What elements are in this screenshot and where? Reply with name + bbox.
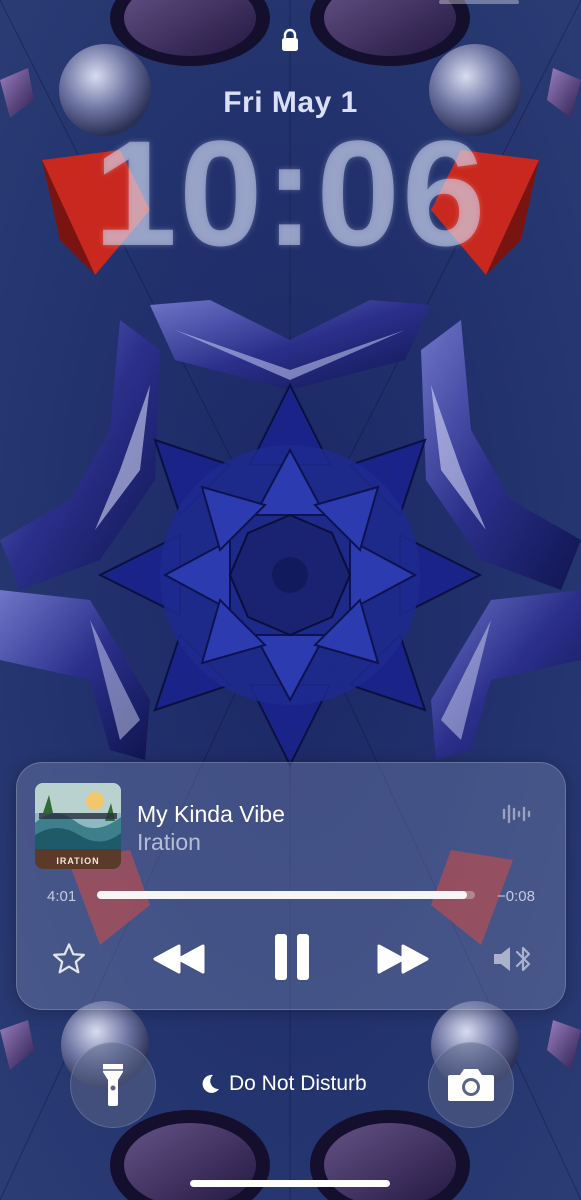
remaining-time: −0:08 bbox=[497, 888, 535, 905]
focus-label: Do Not Disturb bbox=[229, 1072, 367, 1095]
flashlight-button[interactable] bbox=[70, 1042, 156, 1128]
moon-icon bbox=[202, 1074, 219, 1093]
home-indicator[interactable] bbox=[190, 1180, 390, 1187]
camera-icon bbox=[448, 1069, 494, 1101]
audio-output-button[interactable] bbox=[489, 937, 537, 981]
waveform-icon bbox=[502, 804, 531, 824]
favorite-button[interactable] bbox=[47, 937, 91, 981]
track-artist: Iration bbox=[137, 829, 201, 855]
lockscreen-time: 10:06 bbox=[93, 109, 488, 277]
pause-button[interactable] bbox=[267, 929, 317, 985]
flashlight-icon bbox=[103, 1064, 123, 1106]
pause-icon bbox=[275, 934, 309, 980]
rewind-icon bbox=[153, 944, 205, 974]
album-art-label: IRATION bbox=[56, 856, 100, 866]
playback-progress-fill bbox=[97, 891, 468, 899]
lock-icon bbox=[282, 28, 298, 51]
playback-scrubber[interactable] bbox=[97, 891, 475, 899]
speaker-bluetooth-icon bbox=[494, 946, 531, 972]
focus-status[interactable]: Do Not Disturb bbox=[199, 1070, 367, 1098]
rewind-button[interactable] bbox=[147, 935, 211, 983]
fast-forward-icon bbox=[377, 944, 429, 974]
status-indicator-line bbox=[439, 0, 519, 4]
now-playing-widget[interactable]: IRATION My Kinda Vibe Iration 4:01 −0:08 bbox=[16, 762, 566, 1010]
star-icon bbox=[53, 943, 85, 974]
camera-button[interactable] bbox=[428, 1042, 514, 1128]
elapsed-time: 4:01 bbox=[47, 888, 77, 905]
album-art[interactable]: IRATION bbox=[35, 783, 121, 869]
track-title: My Kinda Vibe bbox=[137, 801, 285, 827]
fast-forward-button[interactable] bbox=[371, 935, 435, 983]
